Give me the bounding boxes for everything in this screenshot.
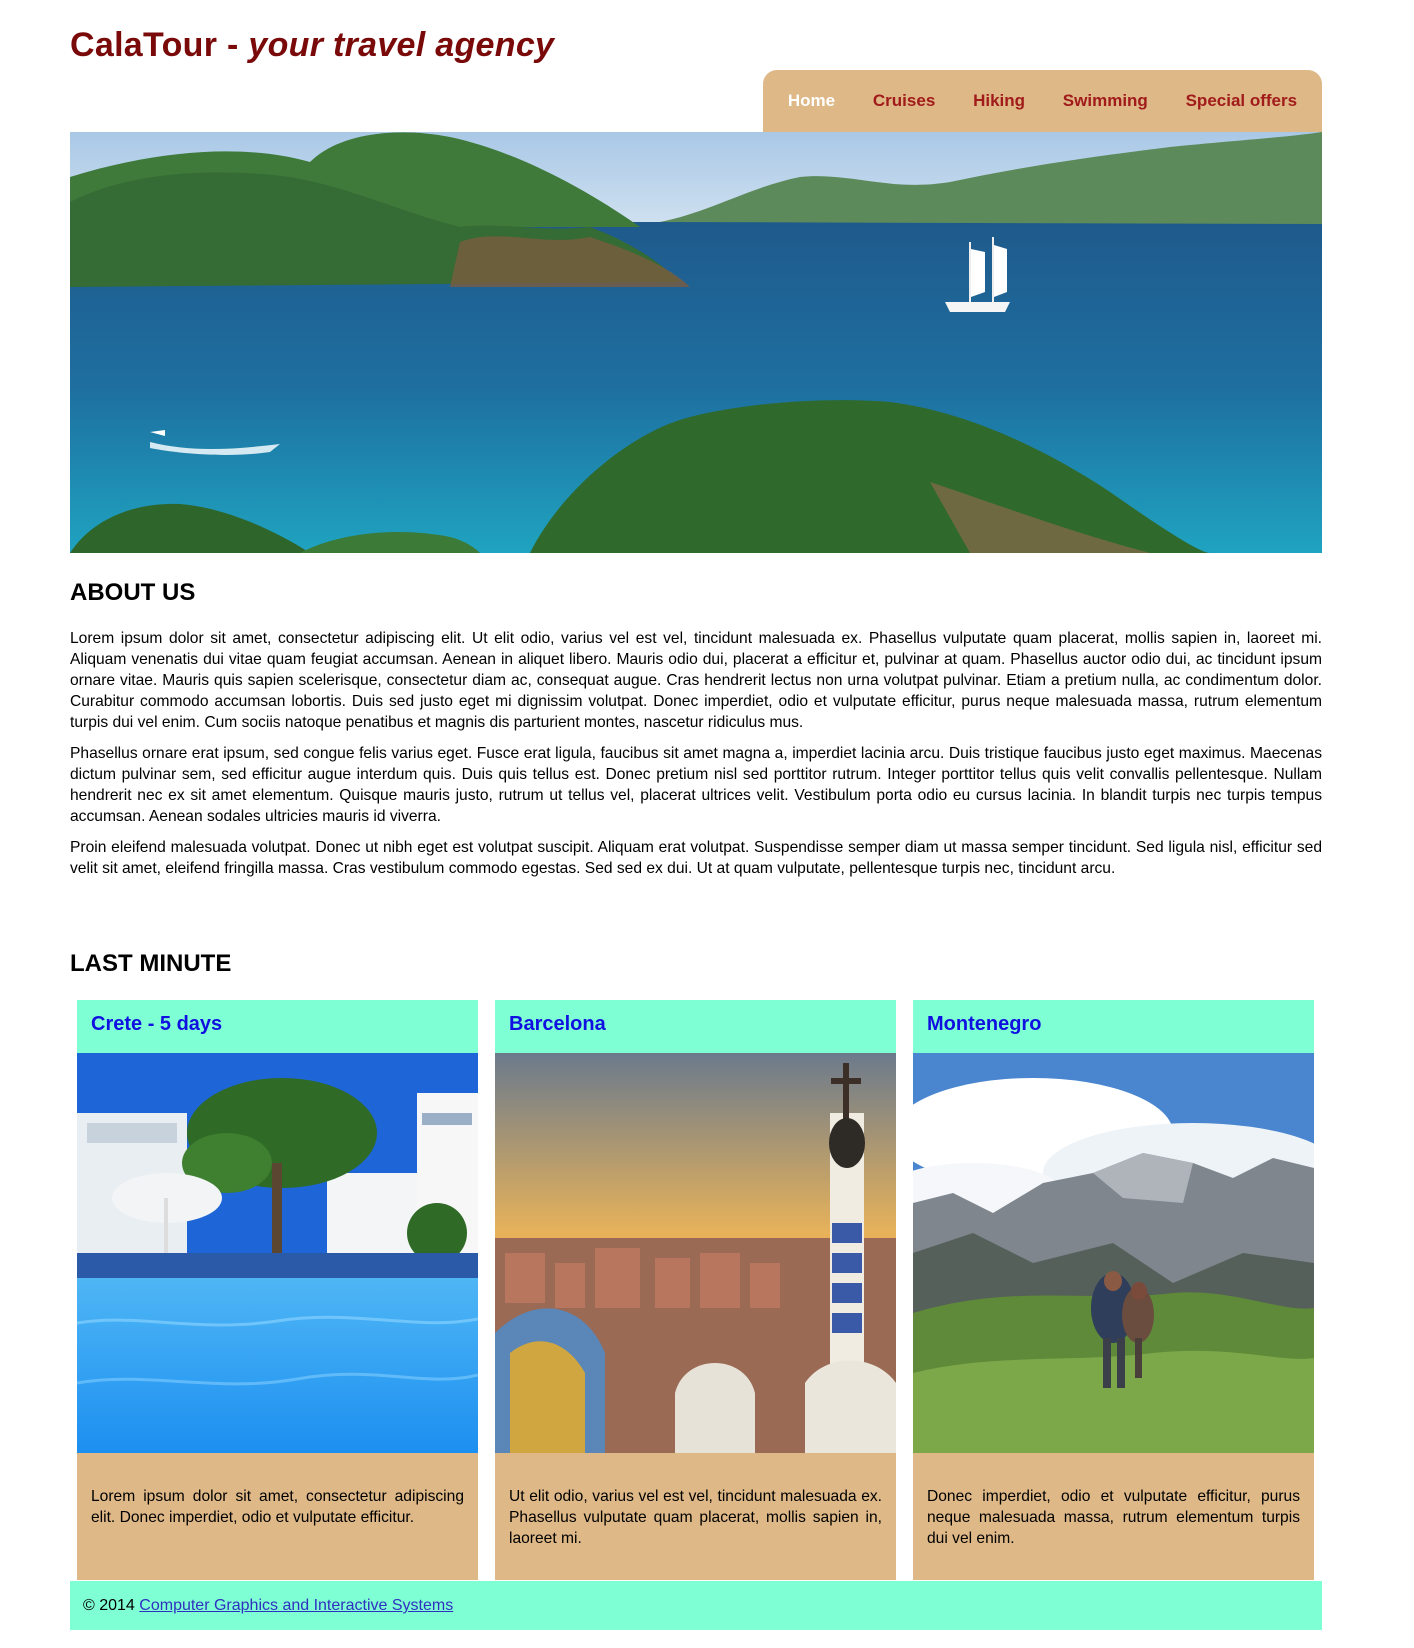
- card-title[interactable]: Barcelona: [495, 1000, 896, 1053]
- nav-swimming[interactable]: Swimming: [1063, 91, 1148, 111]
- card-image[interactable]: [77, 1053, 478, 1453]
- card-title[interactable]: Montenegro: [913, 1000, 1314, 1053]
- title-separator: -: [226, 26, 239, 64]
- offer-card-montenegro[interactable]: Montenegro Donec imperdiet, odio et vulp…: [913, 1000, 1314, 1580]
- card-description: Donec imperdiet, odio et vulputate effic…: [913, 1453, 1314, 1580]
- tagline: your travel agency: [248, 26, 555, 64]
- nav-cruises[interactable]: Cruises: [873, 91, 935, 111]
- nav-hiking[interactable]: Hiking: [973, 91, 1025, 111]
- card-description: Ut elit odio, varius vel est vel, tincid…: [495, 1453, 896, 1580]
- main-nav: Home Cruises Hiking Swimming Special off…: [763, 70, 1322, 132]
- offer-card-barcelona[interactable]: Barcelona Ut elit odio, varius vel est v…: [495, 1000, 896, 1580]
- last-minute-title: LAST MINUTE: [70, 950, 232, 977]
- about-text: Lorem ipsum dolor sit amet, consectetur …: [70, 628, 1322, 889]
- about-paragraph: Proin eleifend malesuada volutpat. Donec…: [70, 839, 1322, 877]
- about-title: ABOUT US: [70, 579, 196, 606]
- site-title: CalaTour - your travel agency: [70, 26, 554, 65]
- footer-link[interactable]: Computer Graphics and Interactive System…: [139, 1597, 453, 1614]
- hero-image: [70, 132, 1322, 553]
- footer-copyright: © 2014: [83, 1597, 135, 1614]
- nav-special-offers[interactable]: Special offers: [1186, 91, 1298, 111]
- about-paragraph: Phasellus ornare erat ipsum, sed congue …: [70, 745, 1322, 825]
- card-description: Lorem ipsum dolor sit amet, consectetur …: [77, 1453, 478, 1580]
- offer-card-crete[interactable]: Crete - 5 days Lorem ipsum dolor sit ame…: [77, 1000, 478, 1580]
- card-title[interactable]: Crete - 5 days: [77, 1000, 478, 1053]
- card-image[interactable]: [913, 1053, 1314, 1453]
- nav-home[interactable]: Home: [788, 91, 835, 111]
- brand-name: CalaTour: [70, 26, 218, 64]
- card-image[interactable]: [495, 1053, 896, 1453]
- about-paragraph: Lorem ipsum dolor sit amet, consectetur …: [70, 630, 1322, 731]
- footer: © 2014 Computer Graphics and Interactive…: [70, 1581, 1322, 1630]
